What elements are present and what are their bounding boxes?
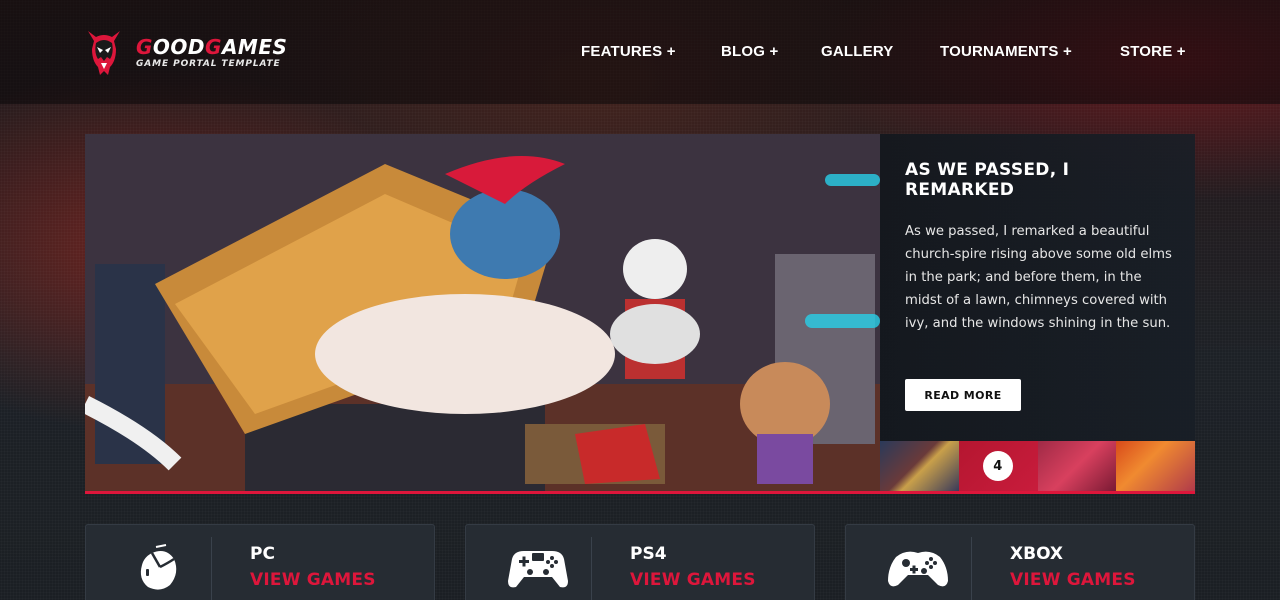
view-games-link[interactable]: VIEW GAMES [250,570,376,590]
nav-item-gallery[interactable]: GALLERY [821,40,894,64]
active-thumb-badge: 4 [982,451,1013,481]
slider-thumb-4[interactable] [1116,441,1195,491]
nav-item-features[interactable]: FEATURES + [581,40,676,64]
nav-item-store[interactable]: STORE + [1120,40,1186,64]
slide-artwork[interactable] [85,134,880,491]
game-artwork-illustration [85,134,880,491]
platform-name: PS4 [630,544,667,564]
xbox-controller-icon [888,551,948,587]
slider-thumb-1[interactable] [880,441,959,491]
platform-name: PC [250,544,275,564]
slide-title[interactable]: AS WE PASSED, I REMARKED [905,160,1175,200]
slide-excerpt: As we passed, I remarked a beautiful chu… [905,224,1172,331]
card-divider [971,537,972,600]
platform-card-ps4[interactable]: PS4 VIEW GAMES [465,524,815,600]
nav-item-blog[interactable]: BLOG + [721,40,778,64]
main-nav: FEATURES + BLOG + GALLERY TOURNAMENTS + … [0,40,1280,64]
nav-item-tournaments[interactable]: TOURNAMENTS + [940,40,1072,64]
view-games-link[interactable]: VIEW GAMES [1010,570,1136,590]
slider-thumbnails: 4 [880,441,1195,491]
site-header: GOODGAMES GAME PORTAL TEMPLATE FEATURES … [0,0,1280,104]
read-more-button[interactable]: READ MORE [905,379,1021,411]
platform-card-pc[interactable]: PC VIEW GAMES [85,524,435,600]
card-divider [591,537,592,600]
slider-thumb-active[interactable]: 4 [958,441,1038,491]
featured-slider: AS WE PASSED, I REMARKED As we passed, I… [85,134,1195,494]
mouse-icon [140,544,177,590]
platform-name: XBOX [1010,544,1064,564]
platform-card-xbox[interactable]: XBOX VIEW GAMES [845,524,1195,600]
slider-thumb-3[interactable] [1037,441,1117,491]
view-games-link[interactable]: VIEW GAMES [630,570,756,590]
gamepad-icon [508,551,568,588]
slide-info-panel: AS WE PASSED, I REMARKED As we passed, I… [880,134,1195,491]
platform-cards: PC VIEW GAMES PS4 VIEW GAMES XBOX VIEW G… [85,524,1195,600]
card-divider [211,537,212,600]
